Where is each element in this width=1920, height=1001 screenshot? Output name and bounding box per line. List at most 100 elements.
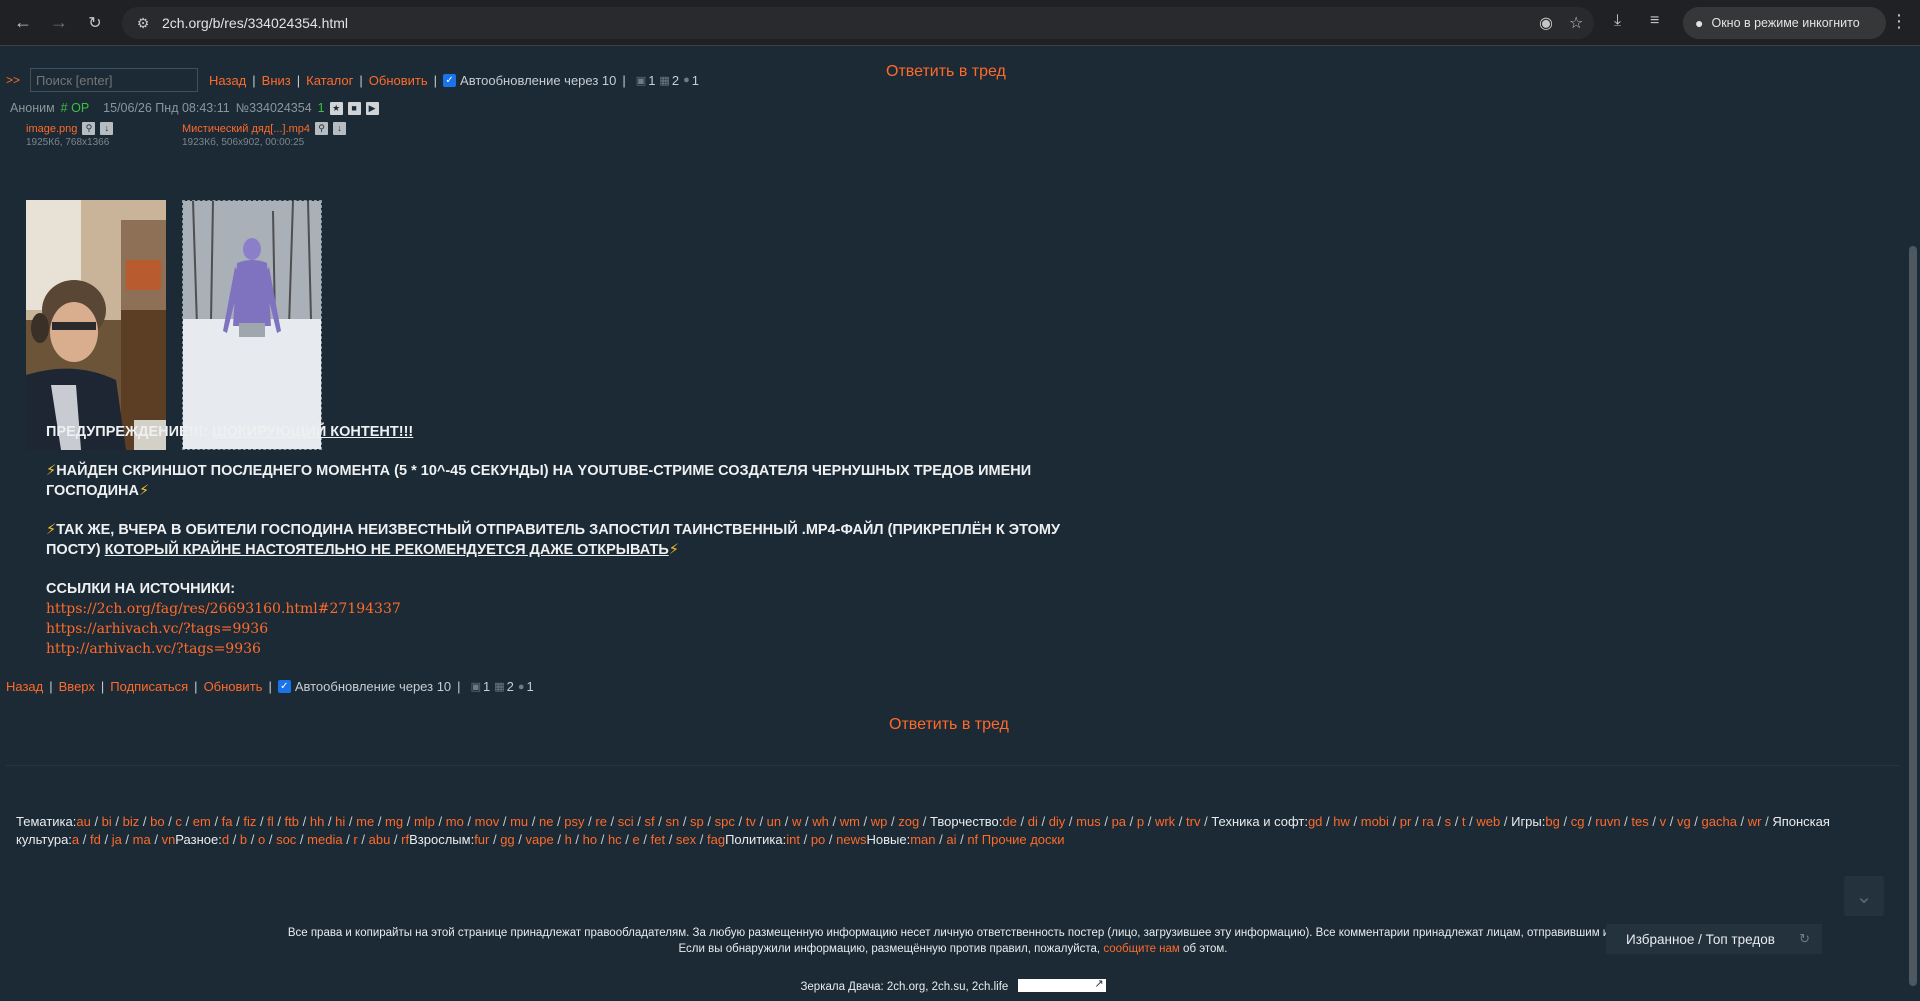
favorites-label[interactable]: Избранное / Топ тредов [1626, 932, 1775, 947]
other-boards-link[interactable]: Прочие доски [982, 832, 1065, 847]
file-name-2[interactable]: Мистический дяд[...].mp4 [182, 123, 310, 135]
browser-menu-icon[interactable]: ⋮ [1890, 11, 1908, 32]
post-replies-count[interactable]: 1 [318, 101, 325, 115]
board-link-zog[interactable]: zog [898, 814, 919, 829]
refresh-icon[interactable]: ↻ [1799, 931, 1810, 947]
hide-post-icon[interactable]: ■ [347, 101, 361, 115]
board-link-re[interactable]: re [595, 814, 607, 829]
board-link-de[interactable]: de [1002, 814, 1016, 829]
reload-icon[interactable]: ↻ [80, 8, 110, 38]
board-link-cg[interactable]: cg [1571, 814, 1585, 829]
board-link-tv[interactable]: tv [746, 814, 756, 829]
download-icon[interactable]: ↓ [333, 122, 347, 135]
board-link-nf[interactable]: nf [967, 832, 978, 847]
board-link-mobi[interactable]: mobi [1361, 814, 1389, 829]
eye-off-icon[interactable]: ◉ [1539, 13, 1553, 33]
board-link-fag[interactable]: fag [707, 832, 725, 847]
forward-icon[interactable]: → [44, 8, 74, 38]
board-link-un[interactable]: un [767, 814, 781, 829]
board-link-ra[interactable]: ra [1422, 814, 1434, 829]
board-link-fd[interactable]: fd [90, 832, 101, 847]
nav-refresh-link[interactable]: Обновить [369, 73, 428, 88]
board-link-web[interactable]: web [1476, 814, 1500, 829]
board-link-h[interactable]: h [565, 832, 572, 847]
board-link-ma[interactable]: ma [133, 832, 151, 847]
board-link-wrk[interactable]: wrk [1155, 814, 1175, 829]
url-text[interactable]: 2ch.org/b/res/334024354.html [162, 15, 348, 31]
board-link-ja[interactable]: ja [112, 832, 122, 847]
board-link-hh[interactable]: hh [310, 814, 324, 829]
file-name-1[interactable]: image.png [26, 123, 77, 135]
board-link-mus[interactable]: mus [1076, 814, 1101, 829]
board-link-au[interactable]: au [76, 814, 90, 829]
post-number[interactable]: №334024354 [236, 101, 312, 115]
contact-us-link[interactable]: сообщите нам [1103, 943, 1180, 955]
board-link-rf[interactable]: rf [401, 832, 409, 847]
search-icon[interactable]: ⚲ [82, 122, 96, 135]
board-link-diy[interactable]: diy [1049, 814, 1066, 829]
board-link-sn[interactable]: sn [665, 814, 679, 829]
autoupdate-checkbox[interactable]: ✓ [277, 680, 291, 693]
image-thumbnail-1[interactable] [26, 200, 166, 450]
board-link-sex[interactable]: sex [676, 832, 696, 847]
page-scrollbar[interactable] [1906, 46, 1920, 1001]
board-link-soc[interactable]: soc [276, 832, 296, 847]
board-link-em[interactable]: em [193, 814, 211, 829]
reply-to-thread-top[interactable]: Ответить в тред [886, 63, 1006, 81]
nav-refresh-link[interactable]: Обновить [204, 679, 263, 694]
source-link[interactable]: http://arhivach.vc/?tags=9936 [46, 641, 261, 657]
board-link-vape[interactable]: vape [526, 832, 554, 847]
autoupdate-checkbox[interactable]: ✓ [443, 73, 457, 87]
nav-back-link[interactable]: Назад [209, 73, 246, 88]
board-link-fiz[interactable]: fiz [243, 814, 256, 829]
board-link-mu[interactable]: mu [510, 814, 528, 829]
reply-to-thread-bottom[interactable]: Ответить в тред [889, 716, 1009, 734]
board-link-ho[interactable]: ho [583, 832, 597, 847]
board-link-gg[interactable]: gg [500, 832, 514, 847]
board-link-ai[interactable]: ai [946, 832, 956, 847]
scrollbar-thumb[interactable] [1909, 246, 1917, 986]
board-link-ftb[interactable]: ftb [285, 814, 299, 829]
board-link-fur[interactable]: fur [474, 832, 489, 847]
nav-down-link[interactable]: Вниз [262, 73, 291, 88]
board-link-gd[interactable]: gd [1308, 814, 1322, 829]
board-link-sp[interactable]: sp [690, 814, 704, 829]
board-link-news[interactable]: news [836, 832, 866, 847]
source-link[interactable]: https://2ch.org/fag/res/26693160.html#27… [46, 601, 401, 617]
board-link-spc[interactable]: spc [715, 814, 735, 829]
board-link-ne[interactable]: ne [539, 814, 553, 829]
site-settings-icon[interactable]: ⚙ [132, 15, 154, 32]
board-link-hw[interactable]: hw [1333, 814, 1350, 829]
incognito-indicator[interactable]: ● Окно в режиме инкогнито [1683, 7, 1886, 39]
post-menu-icon[interactable]: ▶ [365, 101, 379, 115]
board-link-fa[interactable]: fa [222, 814, 233, 829]
warning-spoiler-link[interactable]: ШОКИРУЮЩИЙ КОНТЕНТ!!! [212, 424, 413, 440]
favorites-panel[interactable]: Избранное / Топ тредов ↻ [1606, 924, 1822, 954]
search-input[interactable] [30, 68, 199, 92]
address-bar[interactable]: ⚙ 2ch.org/b/res/334024354.html ◉ ☆ [122, 7, 1594, 39]
bookmark-star-icon[interactable]: ☆ [1569, 13, 1583, 33]
board-link-fet[interactable]: fet [651, 832, 665, 847]
board-link-man[interactable]: man [910, 832, 935, 847]
board-link-vg[interactable]: vg [1677, 814, 1691, 829]
board-link-abu[interactable]: abu [369, 832, 391, 847]
board-link-bi[interactable]: bi [102, 814, 112, 829]
nav-subscribe-link[interactable]: Подписаться [110, 679, 188, 694]
board-link-sci[interactable]: sci [618, 814, 634, 829]
search-icon[interactable]: ⚲ [315, 122, 329, 135]
board-link-trv[interactable]: trv [1186, 814, 1200, 829]
board-link-wp[interactable]: wp [871, 814, 888, 829]
scroll-down-icon[interactable]: ⌄ [1844, 876, 1884, 916]
board-link-mg[interactable]: mg [385, 814, 403, 829]
board-link-ruvn[interactable]: ruvn [1595, 814, 1620, 829]
board-link-int[interactable]: int [786, 832, 800, 847]
favorite-star-icon[interactable]: ★ [329, 101, 343, 115]
board-link-pa[interactable]: pa [1112, 814, 1126, 829]
board-link-me[interactable]: me [356, 814, 374, 829]
board-link-di[interactable]: di [1028, 814, 1038, 829]
board-link-bg[interactable]: bg [1545, 814, 1559, 829]
board-link-hi[interactable]: hi [335, 814, 345, 829]
download-icon[interactable]: ↓ [100, 122, 114, 135]
download-icon[interactable]: ⤓ [1614, 12, 1621, 30]
board-link-wr[interactable]: wr [1748, 814, 1762, 829]
